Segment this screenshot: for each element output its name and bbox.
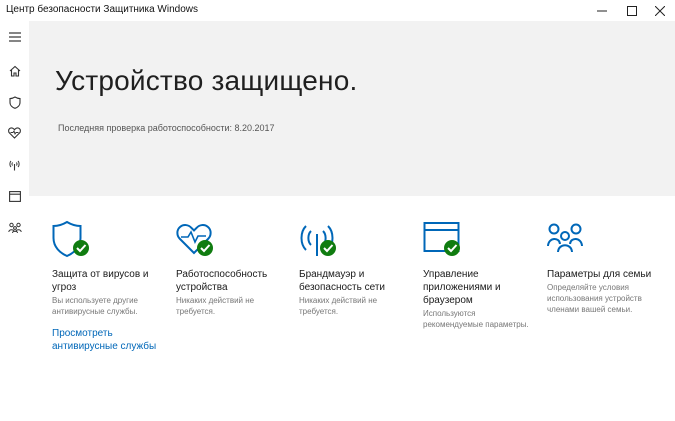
tile-virus-protection[interactable]: Защита от вирусов и угроз Вы используете… [52,220,164,352]
close-icon [655,5,665,16]
family-icon [547,223,583,253]
sidebar-item-firewall[interactable] [0,152,29,178]
tile-firewall[interactable]: Брандмауэр и безопасность сети Никаких д… [299,220,411,316]
browser-window-icon [8,190,21,202]
tile-title: Параметры для семьи [547,269,652,280]
check-badge-icon [444,240,460,256]
tile-description: Никаких действий не требуется. [299,296,378,316]
tile-icon-wrapper [423,220,465,260]
tile-description: Вы используете другие антивирусные служб… [52,296,138,316]
minimize-button[interactable] [587,0,617,21]
check-badge-icon [320,240,336,256]
family-icon [7,222,22,234]
tile-icon-wrapper [547,220,589,260]
tile-title: Защита от вирусов и угроз [52,269,149,293]
tile-title: Работоспособность устройства [176,269,268,293]
last-check-date: 8.20.2017 [234,123,275,133]
tile-title: Управление приложениями и браузером [423,269,501,306]
tile-app-browser[interactable]: Управление приложениями и браузером Испо… [423,220,535,329]
tile-title: Брандмауэр и безопасность сети [299,269,386,293]
sidebar-item-family[interactable] [0,215,29,241]
heart-icon [176,224,213,256]
maximize-icon [627,5,637,16]
tile-description: Определяйте условия использования устрой… [547,283,642,314]
tile-device-health[interactable]: Работоспособность устройства Никаких дей… [176,220,288,316]
tile-text: Защита от вирусов и угроз Вы используете… [52,268,164,317]
check-badge-icon [197,240,213,256]
menu-toggle-button[interactable] [0,24,29,50]
sidebar-item-virus-protection[interactable] [0,89,29,115]
tile-description: Никаких действий не требуется. [176,296,255,316]
sidebar [0,21,29,421]
maximize-button[interactable] [617,0,647,21]
browser-window-icon [423,222,460,256]
window-title: Центр безопасности Защитника Windows [6,4,199,15]
tile-icon-wrapper [299,220,341,260]
last-check-text: Последняя проверка работоспособности: 8.… [58,123,275,133]
tile-icon-wrapper [176,220,218,260]
tile-text: Брандмауэр и безопасность сети Никаких д… [299,268,411,317]
check-badge-icon [73,240,89,256]
tile-description: Используются рекомендуемые параметры. [423,309,529,329]
tile-family[interactable]: Параметры для семьи Определяйте условия … [547,220,659,314]
shield-icon [8,95,21,109]
shield-icon [52,220,89,258]
wireless-icon [9,160,20,171]
title-bar: Центр безопасности Защитника Windows [0,0,675,21]
page-title: Устройство защищено. [55,65,358,96]
wireless-icon [300,225,336,256]
sidebar-item-app-browser[interactable] [0,183,29,209]
sidebar-item-home[interactable] [0,58,29,84]
sidebar-item-device-health[interactable] [0,120,29,146]
hamburger-icon [8,32,21,42]
tile-text: Параметры для семьи Определяйте условия … [547,268,659,315]
tile-text: Управление приложениями и браузером Испо… [423,268,535,330]
status-banner: Устройство защищено. Последняя проверка … [29,21,675,196]
heart-icon [8,127,21,139]
close-button[interactable] [645,0,675,21]
home-icon [9,65,20,77]
tile-icon-wrapper [52,220,94,260]
minimize-icon [597,10,607,11]
tile-text: Работоспособность устройства Никаких дей… [176,268,288,317]
view-antivirus-link[interactable]: Просмотреть антивирусные службы [52,327,164,353]
last-check-label: Последняя проверка работоспособности: [58,123,232,133]
